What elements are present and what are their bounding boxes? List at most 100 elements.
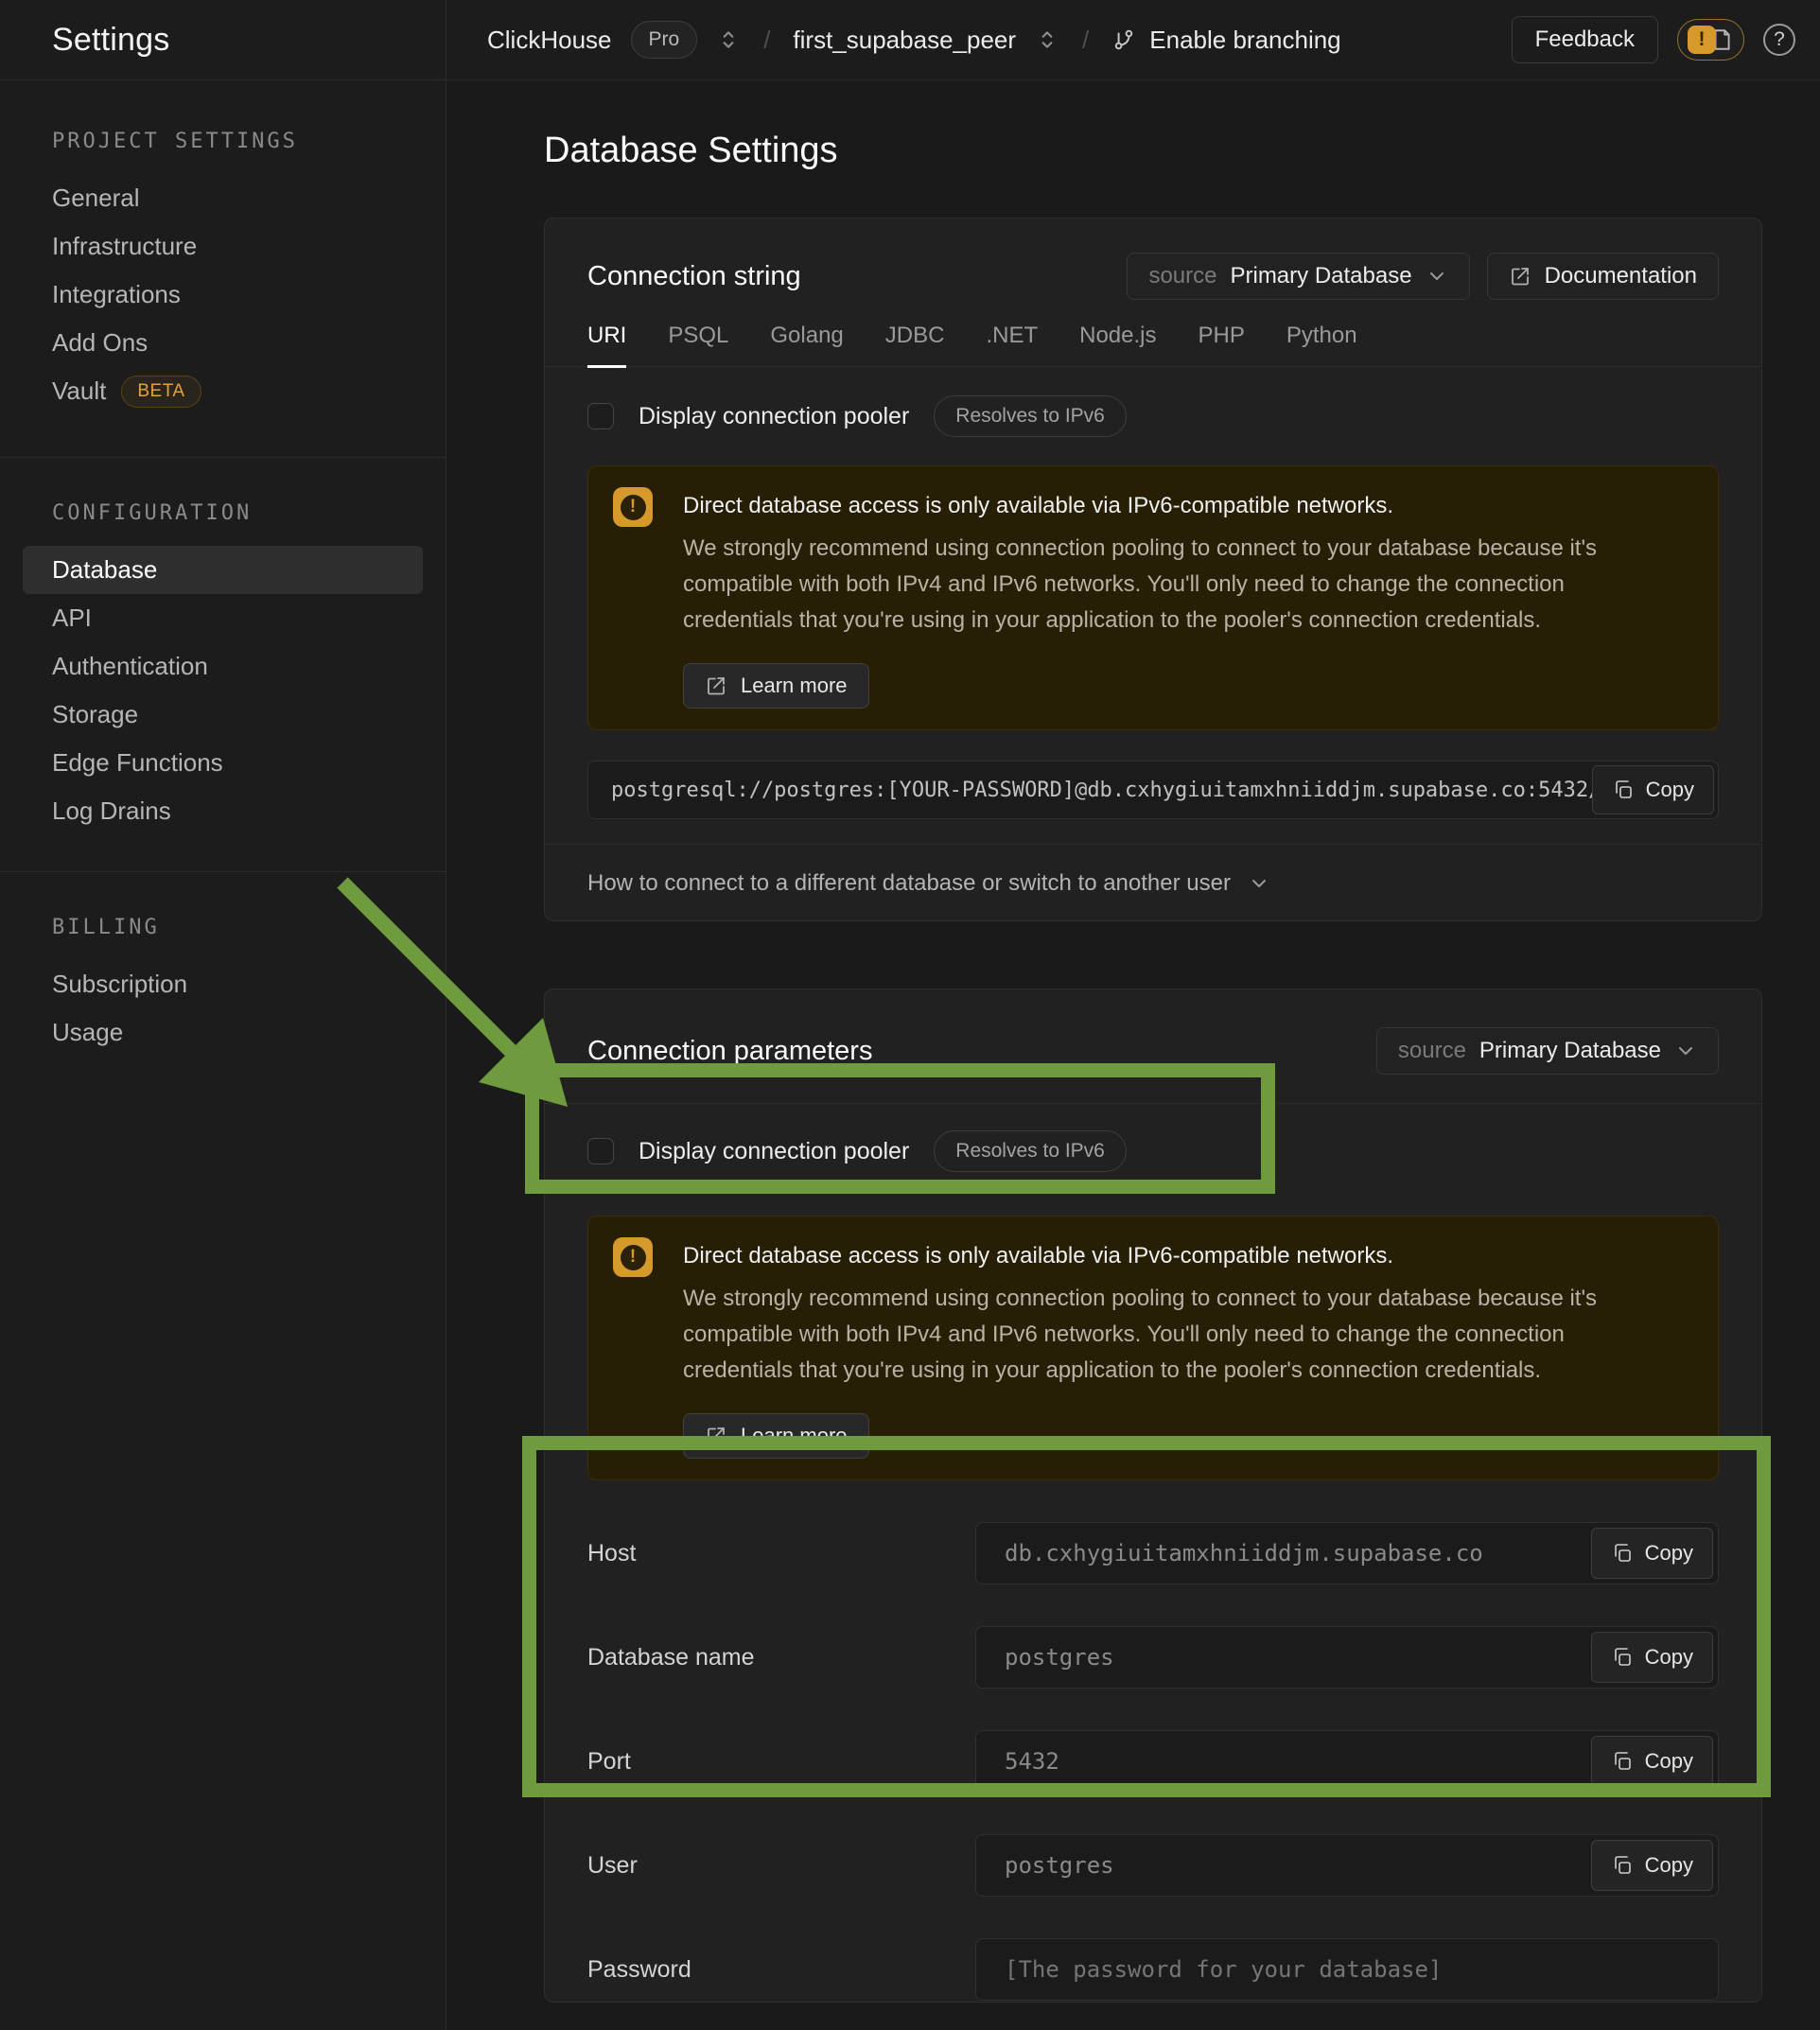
card-divider xyxy=(545,1103,1761,1104)
field-row-port: Port 5432 Copy xyxy=(587,1730,1719,1793)
copy-uri-button[interactable]: Copy xyxy=(1592,765,1714,814)
connection-help-label: How to connect to a different database o… xyxy=(587,870,1231,897)
pooler-checkbox[interactable] xyxy=(587,403,614,429)
documentation-label: Documentation xyxy=(1545,263,1697,289)
sidebar-item-label: API xyxy=(52,604,92,633)
sidebar-item-storage[interactable]: Storage xyxy=(23,691,423,739)
org-selector-icon[interactable] xyxy=(716,27,741,52)
copy-database-name-button[interactable]: Copy xyxy=(1591,1632,1713,1683)
sidebar-item-api[interactable]: API xyxy=(23,594,423,642)
chevron-down-icon xyxy=(1674,1040,1697,1062)
sidebar-item-log-drains[interactable]: Log Drains xyxy=(23,787,423,835)
tab-python[interactable]: Python xyxy=(1286,323,1357,366)
tab-dotnet[interactable]: .NET xyxy=(986,323,1038,366)
copy-host-button[interactable]: Copy xyxy=(1591,1528,1713,1579)
copy-label: Copy xyxy=(1645,1749,1693,1774)
user-input[interactable]: postgres Copy xyxy=(975,1834,1719,1897)
warning-body: We strongly recommend using connection p… xyxy=(683,531,1638,639)
sidebar-item-label: Usage xyxy=(52,1018,123,1047)
sidebar-item-label: Integrations xyxy=(52,280,181,309)
database-name-input[interactable]: postgres Copy xyxy=(975,1626,1719,1689)
copy-icon xyxy=(1611,1542,1634,1565)
port-input[interactable]: 5432 Copy xyxy=(975,1730,1719,1793)
source-value: Primary Database xyxy=(1230,263,1411,289)
enable-branching-button[interactable]: Enable branching xyxy=(1111,26,1340,55)
plan-badge[interactable]: Pro xyxy=(631,21,698,59)
page-title: Settings xyxy=(52,22,169,59)
ipv6-badge: Resolves to IPv6 xyxy=(934,395,1127,437)
help-icon[interactable]: ? xyxy=(1763,24,1795,56)
copy-user-button[interactable]: Copy xyxy=(1591,1840,1713,1891)
sidebar-item-integrations[interactable]: Integrations xyxy=(23,271,423,319)
field-label-host: Host xyxy=(587,1540,975,1567)
copy-icon xyxy=(1611,1854,1634,1877)
field-label-database-name: Database name xyxy=(587,1644,975,1671)
port-value: 5432 xyxy=(1005,1748,1059,1775)
field-row-user: User postgres Copy xyxy=(587,1834,1719,1897)
source-selector[interactable]: source Primary Database xyxy=(1127,253,1469,300)
section-heading-billing: BILLING xyxy=(23,916,423,939)
sidebar-item-label: Authentication xyxy=(52,652,208,681)
sidebar-divider xyxy=(0,457,446,458)
learn-more-button[interactable]: Learn more xyxy=(683,663,869,709)
field-label-password: Password xyxy=(587,1956,975,1984)
feedback-button[interactable]: Feedback xyxy=(1512,16,1658,63)
sidebar-item-database[interactable]: Database xyxy=(23,546,423,594)
tab-nodejs[interactable]: Node.js xyxy=(1079,323,1156,366)
copy-port-button[interactable]: Copy xyxy=(1591,1736,1713,1787)
sidebar-item-general[interactable]: General xyxy=(23,174,423,222)
card-title-connection-parameters: Connection parameters xyxy=(587,1036,872,1067)
password-input[interactable]: [The password for your database] xyxy=(975,1938,1719,2001)
warning-title: Direct database access is only available… xyxy=(683,1243,1638,1269)
user-value: postgres xyxy=(1005,1852,1114,1879)
breadcrumb-separator: / xyxy=(1078,26,1093,55)
sidebar-item-subscription[interactable]: Subscription xyxy=(23,960,423,1008)
alert-icon: ! xyxy=(613,1237,653,1277)
notifications-button[interactable]: ! xyxy=(1677,19,1744,61)
settings-sidebar: PROJECT SETTINGS General Infrastructure … xyxy=(0,80,446,2030)
breadcrumb-project[interactable]: first_supabase_peer xyxy=(793,26,1016,55)
tab-golang[interactable]: Golang xyxy=(770,323,843,366)
field-label-port: Port xyxy=(587,1748,975,1776)
host-input[interactable]: db.cxhygiuitamxhniiddjm.supabase.co Copy xyxy=(975,1522,1719,1584)
section-heading-project-settings: PROJECT SETTINGS xyxy=(23,130,423,153)
learn-more-button[interactable]: Learn more xyxy=(683,1413,869,1459)
breadcrumb-org[interactable]: ClickHouse xyxy=(487,26,612,55)
copy-icon xyxy=(1611,1750,1634,1773)
tab-jdbc[interactable]: JDBC xyxy=(885,323,945,366)
sidebar-item-edge-functions[interactable]: Edge Functions xyxy=(23,739,423,787)
connection-help-expander[interactable]: How to connect to a different database o… xyxy=(545,844,1761,921)
external-link-icon xyxy=(705,1425,727,1447)
sidebar-item-vault[interactable]: Vault BETA xyxy=(23,367,423,415)
alert-badge-icon: ! xyxy=(1688,26,1716,54)
pooler-label: Display connection pooler xyxy=(639,403,909,430)
tab-psql[interactable]: PSQL xyxy=(668,323,728,366)
learn-more-label: Learn more xyxy=(741,674,848,698)
host-value: db.cxhygiuitamxhniiddjm.supabase.co xyxy=(1005,1540,1483,1566)
ipv6-warning-callout: ! Direct database access is only availab… xyxy=(587,465,1719,730)
header-breadcrumb-area: ClickHouse Pro / first_supabase_peer / E… xyxy=(446,0,1820,79)
sidebar-item-label: General xyxy=(52,184,140,213)
sidebar-section-configuration: CONFIGURATION Database API Authenticatio… xyxy=(0,501,446,835)
sidebar-item-add-ons[interactable]: Add Ons xyxy=(23,319,423,367)
sidebar-item-label: Log Drains xyxy=(52,796,171,826)
sidebar-item-authentication[interactable]: Authentication xyxy=(23,642,423,691)
connection-uri-field[interactable]: postgresql://postgres:[YOUR-PASSWORD]@db… xyxy=(587,761,1719,819)
card-title-connection-string: Connection string xyxy=(587,261,801,292)
section-heading-configuration: CONFIGURATION xyxy=(23,501,423,525)
source-prefix-label: source xyxy=(1148,263,1216,289)
pooler-checkbox[interactable] xyxy=(587,1138,614,1164)
learn-more-label: Learn more xyxy=(741,1424,848,1448)
warning-title: Direct database access is only available… xyxy=(683,493,1638,519)
external-link-icon xyxy=(705,674,727,697)
copy-label: Copy xyxy=(1646,778,1694,802)
breadcrumb-separator: / xyxy=(760,26,774,55)
tab-php[interactable]: PHP xyxy=(1198,323,1244,366)
top-header: Settings ClickHouse Pro / first_supabase… xyxy=(0,0,1820,80)
project-selector-icon[interactable] xyxy=(1035,27,1059,52)
sidebar-item-infrastructure[interactable]: Infrastructure xyxy=(23,222,423,271)
documentation-button[interactable]: Documentation xyxy=(1487,253,1719,300)
tab-uri[interactable]: URI xyxy=(587,323,626,368)
sidebar-item-usage[interactable]: Usage xyxy=(23,1008,423,1057)
source-selector[interactable]: source Primary Database xyxy=(1376,1027,1719,1075)
